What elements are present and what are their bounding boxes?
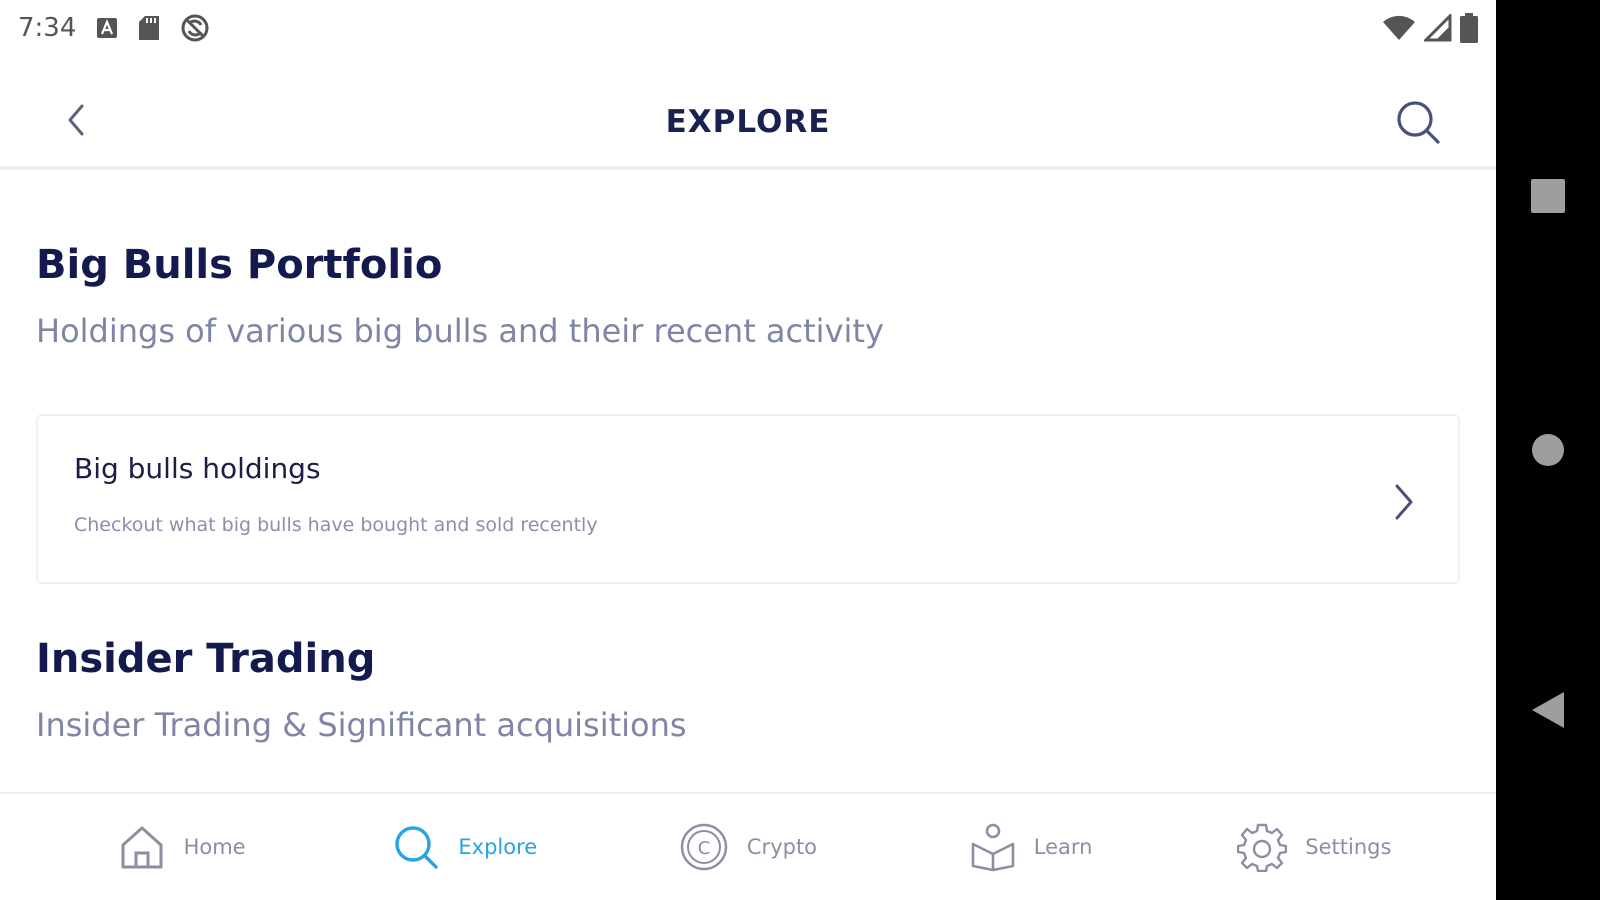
page-title: EXPLORE [665, 104, 831, 140]
chevron-right-icon [1384, 480, 1424, 524]
card-description: Checkout what big bulls have bought and … [74, 514, 598, 536]
home-icon [121, 826, 163, 869]
section-title-insider-trading: Insider Trading [36, 636, 376, 682]
nav-item-settings[interactable]: Settings [1204, 822, 1424, 872]
nav-label-settings: Settings [1305, 835, 1392, 859]
status-time: 7:34 [18, 13, 77, 43]
explore-content[interactable]: Big Bulls Portfolio Holdings of various … [0, 174, 1496, 792]
app-screen: 7:34 EXPLORE Big Bulls Portfolio Holding… [0, 0, 1496, 900]
wifi-icon [1382, 14, 1416, 42]
section-subtitle-insider-trading: Insider Trading & Significant acquisitio… [36, 706, 687, 744]
recents-button[interactable] [1496, 166, 1600, 226]
learn-book-icon [971, 823, 1015, 872]
status-bar: 7:34 [0, 0, 1496, 56]
home-system-button[interactable] [1496, 420, 1600, 480]
card-title: Big bulls holdings [74, 452, 321, 485]
sync-disabled-icon [180, 13, 210, 43]
battery-icon [1460, 13, 1478, 43]
nav-item-learn[interactable]: Learn [921, 822, 1141, 872]
gear-icon [1237, 823, 1288, 872]
nav-item-home[interactable]: Home [72, 823, 292, 871]
nav-item-crypto[interactable]: C Crypto [638, 822, 858, 872]
triangle-back-icon [1532, 692, 1564, 728]
app-header: EXPLORE [0, 78, 1496, 170]
back-system-button[interactable] [1496, 680, 1600, 740]
nav-item-explore[interactable]: Explore [355, 823, 575, 871]
section-title-big-bulls: Big Bulls Portfolio [36, 242, 443, 288]
big-bulls-holdings-card[interactable]: Big bulls holdings Checkout what big bul… [36, 414, 1460, 584]
nav-label-home: Home [183, 835, 246, 859]
square-icon [1531, 179, 1565, 213]
chevron-left-icon [68, 104, 84, 136]
nav-label-crypto: Crypto [746, 835, 818, 859]
bottom-nav: Home Explore C Crypto Learn Settings [0, 792, 1496, 900]
back-button[interactable] [56, 100, 96, 140]
system-nav-bar [1496, 0, 1600, 900]
nav-label-explore: Explore [458, 835, 538, 859]
circle-icon [1532, 434, 1564, 466]
status-right [1382, 13, 1478, 43]
search-button[interactable] [1392, 96, 1444, 148]
search-icon [395, 826, 439, 869]
section-subtitle-big-bulls: Holdings of various big bulls and their … [36, 312, 884, 350]
sd-card-icon [138, 15, 160, 41]
search-icon [1397, 101, 1440, 144]
svg-text:C: C [698, 838, 711, 859]
crypto-coin-icon: C [680, 823, 728, 871]
signal-icon [1424, 14, 1452, 42]
nav-label-learn: Learn [1033, 835, 1093, 859]
status-left: 7:34 [18, 13, 210, 43]
a-notification-icon [96, 17, 118, 39]
